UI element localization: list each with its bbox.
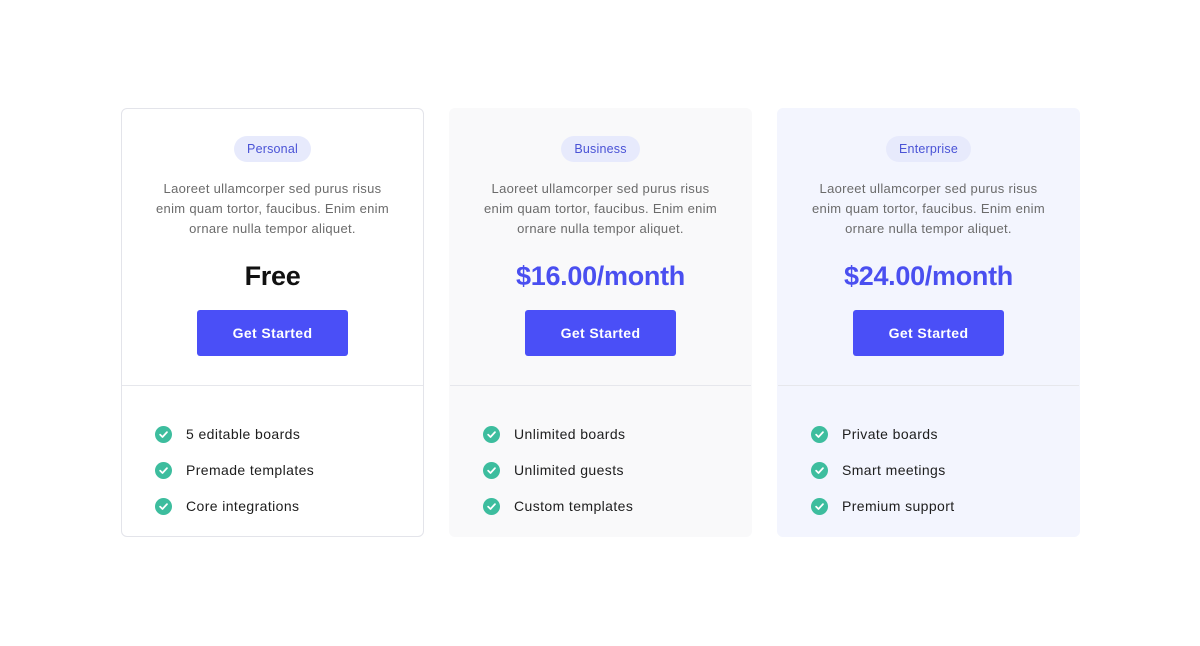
feature-item: Premade templates bbox=[155, 452, 423, 488]
feature-list: Unlimited boards Unlimited guests Custom… bbox=[450, 386, 751, 524]
plan-card-header: Personal Laoreet ullamcorper sed purus r… bbox=[122, 109, 423, 386]
plan-description: Laoreet ullamcorper sed purus risus enim… bbox=[156, 181, 389, 236]
feature-label: Unlimited boards bbox=[514, 426, 626, 442]
plan-card-enterprise: Enterprise Laoreet ullamcorper sed purus… bbox=[777, 108, 1080, 537]
plan-description: Laoreet ullamcorper sed purus risus enim… bbox=[812, 181, 1045, 236]
feature-label: Custom templates bbox=[514, 498, 634, 514]
feature-item: Core integrations bbox=[155, 488, 423, 524]
plan-price: $24.00/month bbox=[844, 261, 1013, 291]
check-circle-icon bbox=[483, 461, 500, 479]
plan-price: Free bbox=[244, 261, 301, 291]
check-circle-icon bbox=[811, 461, 828, 479]
plan-card-header: Business Laoreet ullamcorper sed purus r… bbox=[450, 109, 751, 386]
check-circle-icon bbox=[811, 425, 828, 443]
feature-item: 5 editable boards bbox=[155, 416, 423, 452]
feature-list: 5 editable boards Premade templates Core… bbox=[122, 386, 423, 524]
feature-label: Private boards bbox=[842, 426, 938, 442]
feature-item: Smart meetings bbox=[811, 452, 1079, 488]
feature-item: Custom templates bbox=[483, 488, 751, 524]
check-circle-icon bbox=[155, 497, 172, 515]
pricing-plans: Personal Laoreet ullamcorper sed purus r… bbox=[121, 108, 1080, 537]
get-started-button[interactable]: Get Started bbox=[197, 310, 348, 356]
plan-badge: Business bbox=[561, 136, 640, 162]
check-circle-icon bbox=[811, 497, 828, 515]
feature-list: Private boards Smart meetings Premium su… bbox=[778, 386, 1079, 524]
feature-label: Smart meetings bbox=[842, 462, 946, 478]
plan-card-business: Business Laoreet ullamcorper sed purus r… bbox=[449, 108, 752, 537]
feature-label: Core integrations bbox=[186, 498, 300, 514]
plan-card-personal: Personal Laoreet ullamcorper sed purus r… bbox=[121, 108, 424, 537]
get-started-button[interactable]: Get Started bbox=[853, 310, 1004, 356]
feature-item: Unlimited boards bbox=[483, 416, 751, 452]
feature-label: Premade templates bbox=[186, 462, 315, 478]
get-started-button[interactable]: Get Started bbox=[525, 310, 676, 356]
check-circle-icon bbox=[155, 461, 172, 479]
check-circle-icon bbox=[155, 425, 172, 443]
plan-badge: Personal bbox=[234, 136, 311, 162]
plan-description: Laoreet ullamcorper sed purus risus enim… bbox=[484, 181, 717, 236]
feature-item: Private boards bbox=[811, 416, 1079, 452]
feature-label: Premium support bbox=[842, 498, 955, 514]
feature-label: 5 editable boards bbox=[186, 426, 301, 442]
feature-item: Unlimited guests bbox=[483, 452, 751, 488]
feature-label: Unlimited guests bbox=[514, 462, 624, 478]
check-circle-icon bbox=[483, 425, 500, 443]
plan-card-header: Enterprise Laoreet ullamcorper sed purus… bbox=[778, 109, 1079, 386]
plan-badge: Enterprise bbox=[886, 136, 971, 162]
check-circle-icon bbox=[483, 497, 500, 515]
plan-price: $16.00/month bbox=[516, 261, 685, 291]
feature-item: Premium support bbox=[811, 488, 1079, 524]
